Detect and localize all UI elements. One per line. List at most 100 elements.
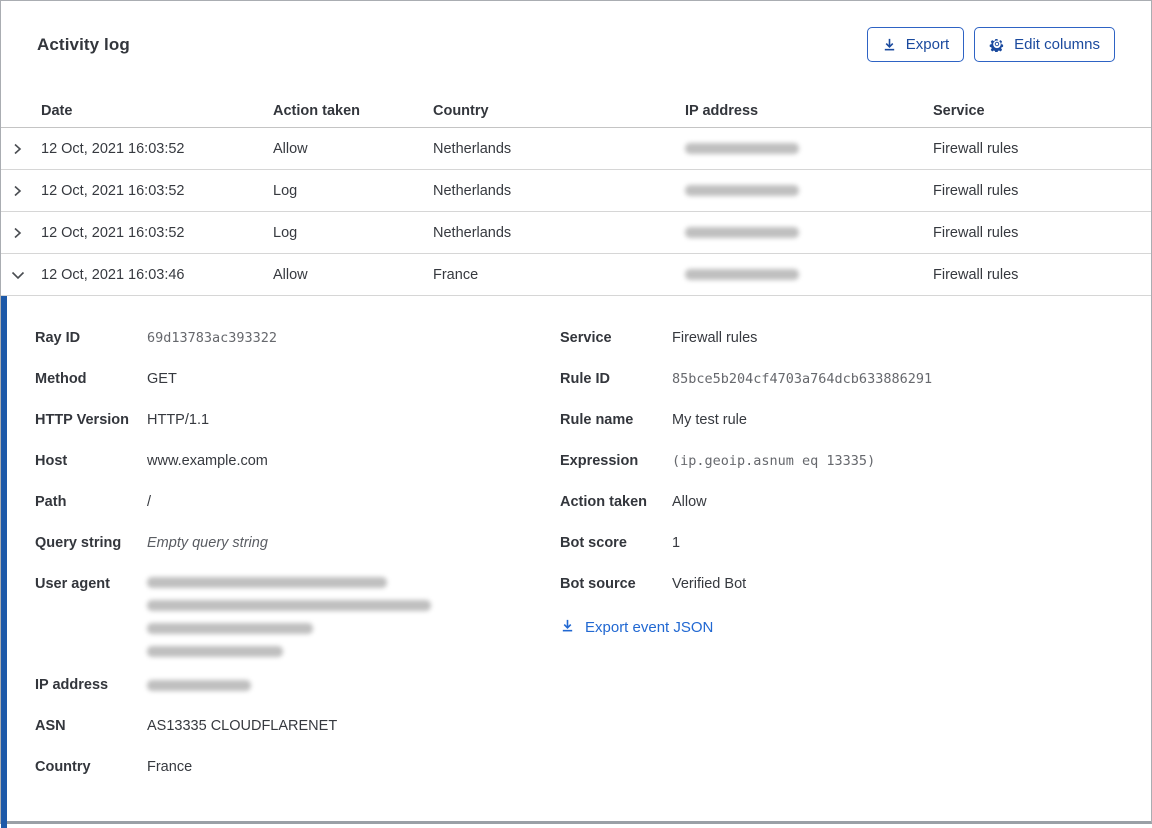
field-label: HTTP Version (35, 412, 130, 428)
field-value-redacted (147, 675, 559, 695)
redacted-user-agent (147, 574, 559, 657)
chevron-down-icon[interactable] (1, 268, 37, 282)
field-label: ASN (35, 718, 66, 734)
cell-date: 12 Oct, 2021 16:03:46 (41, 266, 185, 283)
download-icon (882, 37, 897, 52)
redacted-line (147, 600, 431, 611)
detail-row-action-taken: Action taken Allow (560, 492, 1119, 512)
cell-action: Log (273, 182, 298, 199)
field-label: Ray ID (35, 330, 81, 346)
field-value: AS13335 CLOUDFLARENET (147, 718, 338, 734)
detail-row-expression: Expression (ip.geoip.asnum eq 13335) (560, 451, 1119, 471)
field-value: HTTP/1.1 (147, 412, 210, 428)
table-row[interactable]: 12 Oct, 2021 16:03:52 Log Netherlands Fi… (1, 212, 1151, 254)
table-row[interactable]: 12 Oct, 2021 16:03:52 Log Netherlands Fi… (1, 170, 1151, 212)
gear-icon (989, 36, 1005, 52)
field-value: Firewall rules (672, 330, 758, 346)
detail-row-bot-source: Bot source Verified Bot (560, 574, 1119, 594)
cell-action: Allow (273, 140, 308, 157)
edit-columns-button-label: Edit columns (1014, 35, 1100, 53)
details-left-column: Ray ID 69d13783ac393322 Method GET HTTP … (7, 328, 559, 828)
page-title: Activity log (37, 34, 130, 54)
cell-country: Netherlands (433, 224, 512, 241)
chevron-right-icon[interactable] (1, 184, 37, 198)
cell-ip-redacted (681, 225, 929, 241)
edit-columns-button[interactable]: Edit columns (974, 27, 1115, 62)
cell-ip-redacted (681, 267, 929, 283)
field-label: Country (35, 759, 91, 775)
field-label: Bot score (560, 535, 627, 551)
chevron-right-icon[interactable] (1, 142, 37, 156)
table-row[interactable]: 12 Oct, 2021 16:03:52 Allow Netherlands … (1, 128, 1151, 170)
field-value: Empty query string (147, 535, 268, 551)
cell-country: Netherlands (433, 182, 512, 199)
detail-row-user-agent: User agent (35, 574, 559, 657)
cell-service: Firewall rules (933, 182, 1019, 199)
field-value: Allow (672, 494, 707, 510)
cell-date: 12 Oct, 2021 16:03:52 (41, 140, 185, 157)
field-value: GET (147, 371, 177, 387)
field-label: Service (560, 330, 612, 346)
cell-service: Firewall rules (933, 266, 1019, 283)
detail-row-ip-address: IP address (35, 675, 559, 695)
column-header-country: Country (433, 103, 489, 119)
redacted-ip-value (685, 227, 799, 239)
export-button-label: Export (905, 35, 950, 53)
field-value: (ip.geoip.asnum eq 13335) (672, 453, 876, 469)
field-label: Query string (35, 535, 122, 551)
detail-row-service: Service Firewall rules (560, 328, 1119, 348)
field-value: My test rule (672, 412, 747, 428)
field-label: IP address (35, 677, 109, 693)
field-label: Expression (560, 453, 639, 469)
detail-row-country: Country France (35, 757, 559, 777)
detail-row-path: Path / (35, 492, 559, 512)
column-header-ip: IP address (685, 103, 759, 119)
cell-ip-redacted (681, 183, 929, 199)
column-header-service: Service (933, 103, 985, 119)
detail-row-bot-score: Bot score 1 (560, 533, 1119, 553)
field-value: www.example.com (147, 453, 268, 469)
field-value: France (147, 759, 193, 775)
cell-ip-redacted (681, 141, 929, 157)
redacted-line (147, 623, 313, 634)
cell-action: Log (273, 224, 298, 241)
field-label: User agent (35, 576, 110, 592)
field-value: 85bce5b204cf4703a764dcb633886291 (672, 371, 933, 387)
chevron-right-icon[interactable] (1, 226, 37, 240)
export-button[interactable]: Export (866, 27, 965, 62)
redacted-line (147, 646, 283, 657)
redacted-ip-value (685, 185, 799, 197)
field-value-redacted (147, 574, 559, 657)
column-header-date: Date (41, 103, 73, 119)
detail-row-http-version: HTTP Version HTTP/1.1 (35, 410, 559, 430)
detail-row-rule-name: Rule name My test rule (560, 410, 1119, 430)
redacted-ip-value (685, 269, 799, 281)
redacted-ip-value (147, 679, 251, 691)
details-right-column: Service Firewall rules Rule ID 85bce5b20… (559, 328, 1119, 828)
field-value: / (147, 494, 152, 510)
detail-row-query-string: Query string Empty query string (35, 533, 559, 553)
detail-row-asn: ASN AS13335 CLOUDFLARENET (35, 716, 559, 736)
header: Activity log Export Edit columns (1, 1, 1151, 62)
detail-row-method: Method GET (35, 369, 559, 389)
cell-date: 12 Oct, 2021 16:03:52 (41, 182, 185, 199)
cell-country: France (433, 266, 479, 283)
field-label: Bot source (560, 576, 636, 592)
cell-action: Allow (273, 266, 308, 283)
export-event-json-link[interactable]: Export event JSON (560, 618, 1119, 637)
download-icon (560, 618, 575, 637)
cell-service: Firewall rules (933, 140, 1019, 157)
detail-row-host: Host www.example.com (35, 451, 559, 471)
field-label: Rule name (560, 412, 634, 428)
field-value: Verified Bot (672, 576, 747, 592)
activity-log-table: Date Action taken Country IP address Ser… (1, 95, 1151, 296)
field-label: Path (35, 494, 67, 510)
field-label: Method (35, 371, 87, 387)
table-row-expanded[interactable]: 12 Oct, 2021 16:03:46 Allow France Firew… (1, 254, 1151, 296)
column-header-action: Action taken (273, 103, 361, 119)
cell-date: 12 Oct, 2021 16:03:52 (41, 224, 185, 241)
detail-row-ray-id: Ray ID 69d13783ac393322 (35, 328, 559, 348)
redacted-line (147, 577, 387, 588)
activity-log-panel: Activity log Export Edit columns Date Ac… (0, 0, 1152, 828)
redacted-ip-value (685, 143, 799, 155)
